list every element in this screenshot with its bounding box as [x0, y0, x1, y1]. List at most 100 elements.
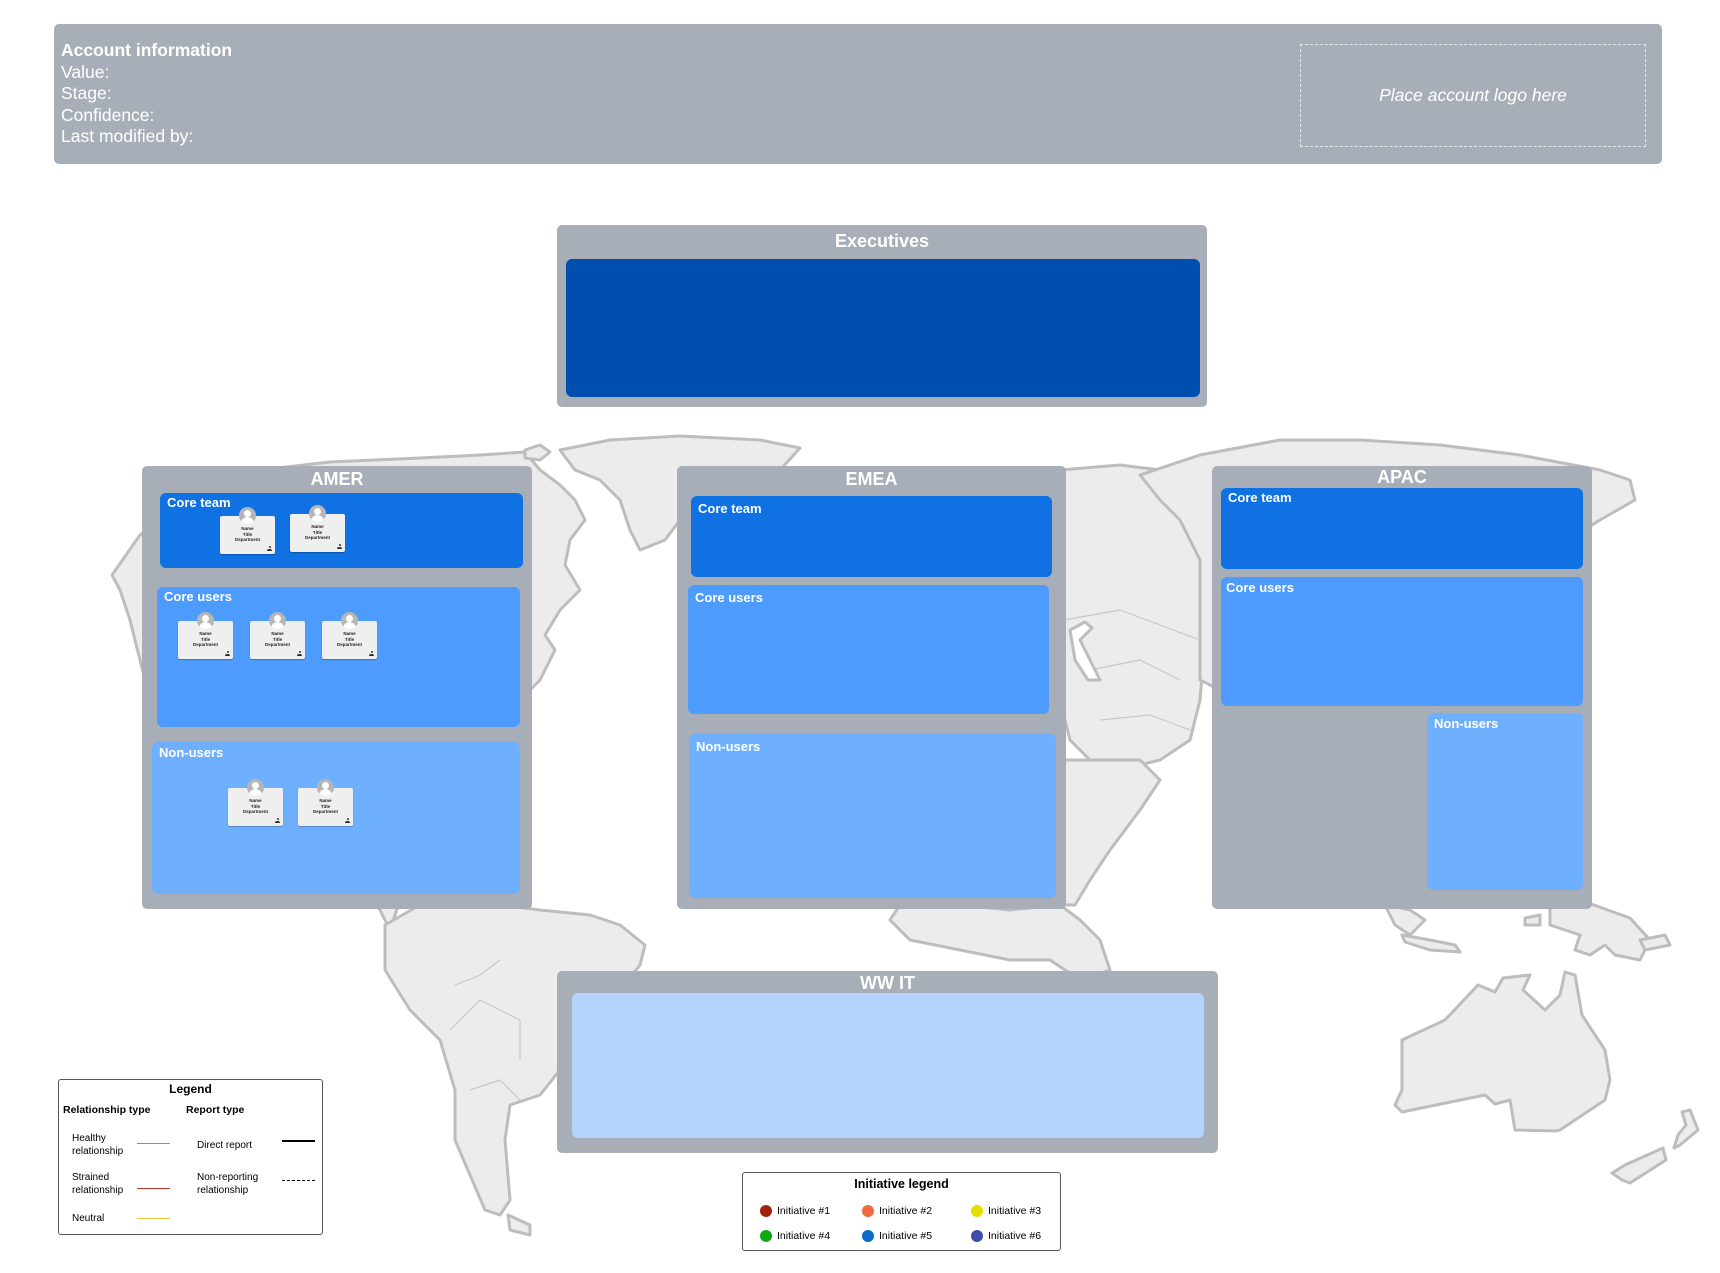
map-new-zealand-north — [1672, 1108, 1700, 1150]
contact-card[interactable]: Name Title Department — [178, 612, 233, 659]
legend-box: Legend Relationship type Report type Hea… — [58, 1079, 323, 1235]
card-department: Department — [234, 537, 260, 542]
account-info-text: Account information Value: Stage: Confid… — [61, 40, 232, 148]
account-value-field[interactable]: Value: — [61, 62, 232, 84]
contact-card[interactable]: Name Title Department — [322, 612, 377, 659]
avatar-icon — [341, 612, 358, 629]
contact-card[interactable]: Name Title Department — [250, 612, 305, 659]
region-title: AMER — [310, 469, 364, 489]
initiative-label: Initiative #2 — [879, 1205, 933, 1217]
avatar-icon — [317, 779, 334, 796]
person-icon[interactable] — [297, 651, 302, 656]
map-middle-east — [1060, 758, 1162, 907]
initiative-label: Initiative #5 — [879, 1230, 933, 1242]
relationship-type-header: Relationship type — [63, 1104, 151, 1116]
region-apac[interactable]: APAC Core team Core users Non-users — [1212, 466, 1592, 909]
apac-core-team[interactable]: Core team — [1221, 488, 1583, 569]
initiative-3-dot-icon — [971, 1205, 983, 1217]
person-icon[interactable] — [267, 546, 272, 551]
initiative-item: Initiative #1 — [760, 1205, 830, 1217]
non-reporting-line-icon — [282, 1180, 315, 1181]
panel-label: Non-users — [696, 739, 761, 754]
avatar-icon — [309, 505, 326, 522]
person-icon[interactable] — [275, 818, 280, 823]
avatar-icon — [197, 612, 214, 629]
person-icon[interactable] — [369, 651, 374, 656]
direct-report-line-icon — [282, 1140, 315, 1142]
amer-core-users[interactable]: Core users Name Title Department Name Title… — [157, 587, 520, 727]
contact-card[interactable]: Name Title Department — [290, 505, 345, 552]
apac-non-users[interactable]: Non-users — [1427, 713, 1583, 890]
person-icon[interactable] — [225, 651, 230, 656]
person-icon[interactable] — [345, 818, 350, 823]
initiative-legend-title: Initiative legend — [854, 1177, 949, 1191]
map-tierra-del-fuego — [506, 1213, 532, 1237]
contact-card[interactable]: Name Title Department — [228, 779, 283, 826]
apac-core-users[interactable]: Core users — [1221, 577, 1583, 706]
amer-core-team[interactable]: Core team Name Title Department Name Title D… — [160, 493, 523, 568]
contact-card[interactable]: Name Title Department — [220, 507, 275, 554]
account-confidence-field[interactable]: Confidence: — [61, 105, 232, 127]
person-icon[interactable] — [337, 544, 342, 549]
executives-panel[interactable] — [566, 259, 1200, 397]
legend-direct-report-label: Direct report — [197, 1140, 253, 1151]
initiative-item: Initiative #3 — [971, 1205, 1041, 1217]
card-department: Department — [304, 535, 330, 540]
initiative-label: Initiative #4 — [777, 1230, 831, 1242]
account-logo-placeholder[interactable]: Place account logo here — [1300, 44, 1646, 147]
emea-core-team[interactable]: Core team — [691, 496, 1052, 577]
region-amer[interactable]: AMER Core team Name Title Department Name T… — [142, 466, 532, 909]
initiative-1-dot-icon — [760, 1205, 772, 1217]
ww-it-panel[interactable] — [572, 993, 1204, 1138]
map-new-guinea — [1548, 898, 1652, 962]
legend-title: Legend — [169, 1082, 212, 1096]
contact-card[interactable]: Name Title Department — [298, 779, 353, 826]
panel-label: Core users — [1226, 580, 1294, 595]
initiative-item: Initiative #2 — [862, 1205, 932, 1217]
initiative-item: Initiative #4 — [760, 1230, 830, 1242]
map-arctic-island — [523, 443, 552, 462]
neutral-line-icon — [137, 1218, 170, 1219]
healthy-line-icon — [137, 1143, 170, 1144]
initiative-label: Initiative #6 — [988, 1230, 1042, 1242]
account-stage-field[interactable]: Stage: — [61, 83, 232, 105]
ww-it-title: WW IT — [860, 973, 915, 993]
legend-neutral-label: Neutral — [72, 1213, 105, 1224]
card-department: Department — [192, 642, 218, 647]
strained-line-icon — [137, 1188, 170, 1189]
panel-label: Core team — [1228, 490, 1292, 505]
executives-group[interactable]: Executives — [557, 225, 1207, 407]
account-last-modified-field[interactable]: Last modified by: — [61, 126, 232, 148]
initiative-item: Initiative #6 — [971, 1230, 1041, 1242]
ww-it-group[interactable]: WW IT — [557, 971, 1218, 1153]
emea-non-users[interactable]: Non-users — [689, 734, 1056, 898]
initiative-label: Initiative #1 — [777, 1205, 831, 1217]
legend-strained-label: Strained relationship — [72, 1172, 124, 1196]
map-indonesia-1 — [1400, 933, 1462, 954]
initiative-5-dot-icon — [862, 1230, 874, 1242]
initiative-2-dot-icon — [862, 1205, 874, 1217]
legend-non-reporting-label: Non-reporting relationship — [197, 1172, 259, 1196]
account-info-panel: Account information Value: Stage: Confid… — [54, 24, 1662, 164]
card-department: Department — [242, 809, 268, 814]
initiative-legend-box: Initiative legend Initiative #1 Initiati… — [742, 1172, 1061, 1251]
panel-label: Core team — [698, 501, 762, 516]
map-se-asia-islands — [1383, 903, 1427, 937]
panel-label: Core users — [695, 590, 763, 605]
initiative-4-dot-icon — [760, 1230, 772, 1242]
card-department: Department — [312, 809, 338, 814]
card-department: Department — [336, 642, 362, 647]
avatar-icon — [239, 507, 256, 524]
initiative-item: Initiative #5 — [862, 1230, 932, 1242]
avatar-icon — [247, 779, 264, 796]
emea-core-users[interactable]: Core users — [688, 585, 1049, 714]
legend-healthy-label: Healthy relationship — [72, 1133, 124, 1157]
logo-placeholder-text: Place account logo here — [1379, 85, 1567, 105]
map-australia — [1393, 970, 1612, 1133]
map-island-small — [1523, 913, 1542, 927]
amer-non-users[interactable]: Non-users Name Title Department Name Title D… — [152, 742, 520, 894]
region-title: EMEA — [845, 469, 898, 489]
region-emea[interactable]: EMEA Core team Core users Non-users — [677, 466, 1066, 909]
card-department: Department — [264, 642, 290, 647]
initiative-label: Initiative #3 — [988, 1205, 1042, 1217]
